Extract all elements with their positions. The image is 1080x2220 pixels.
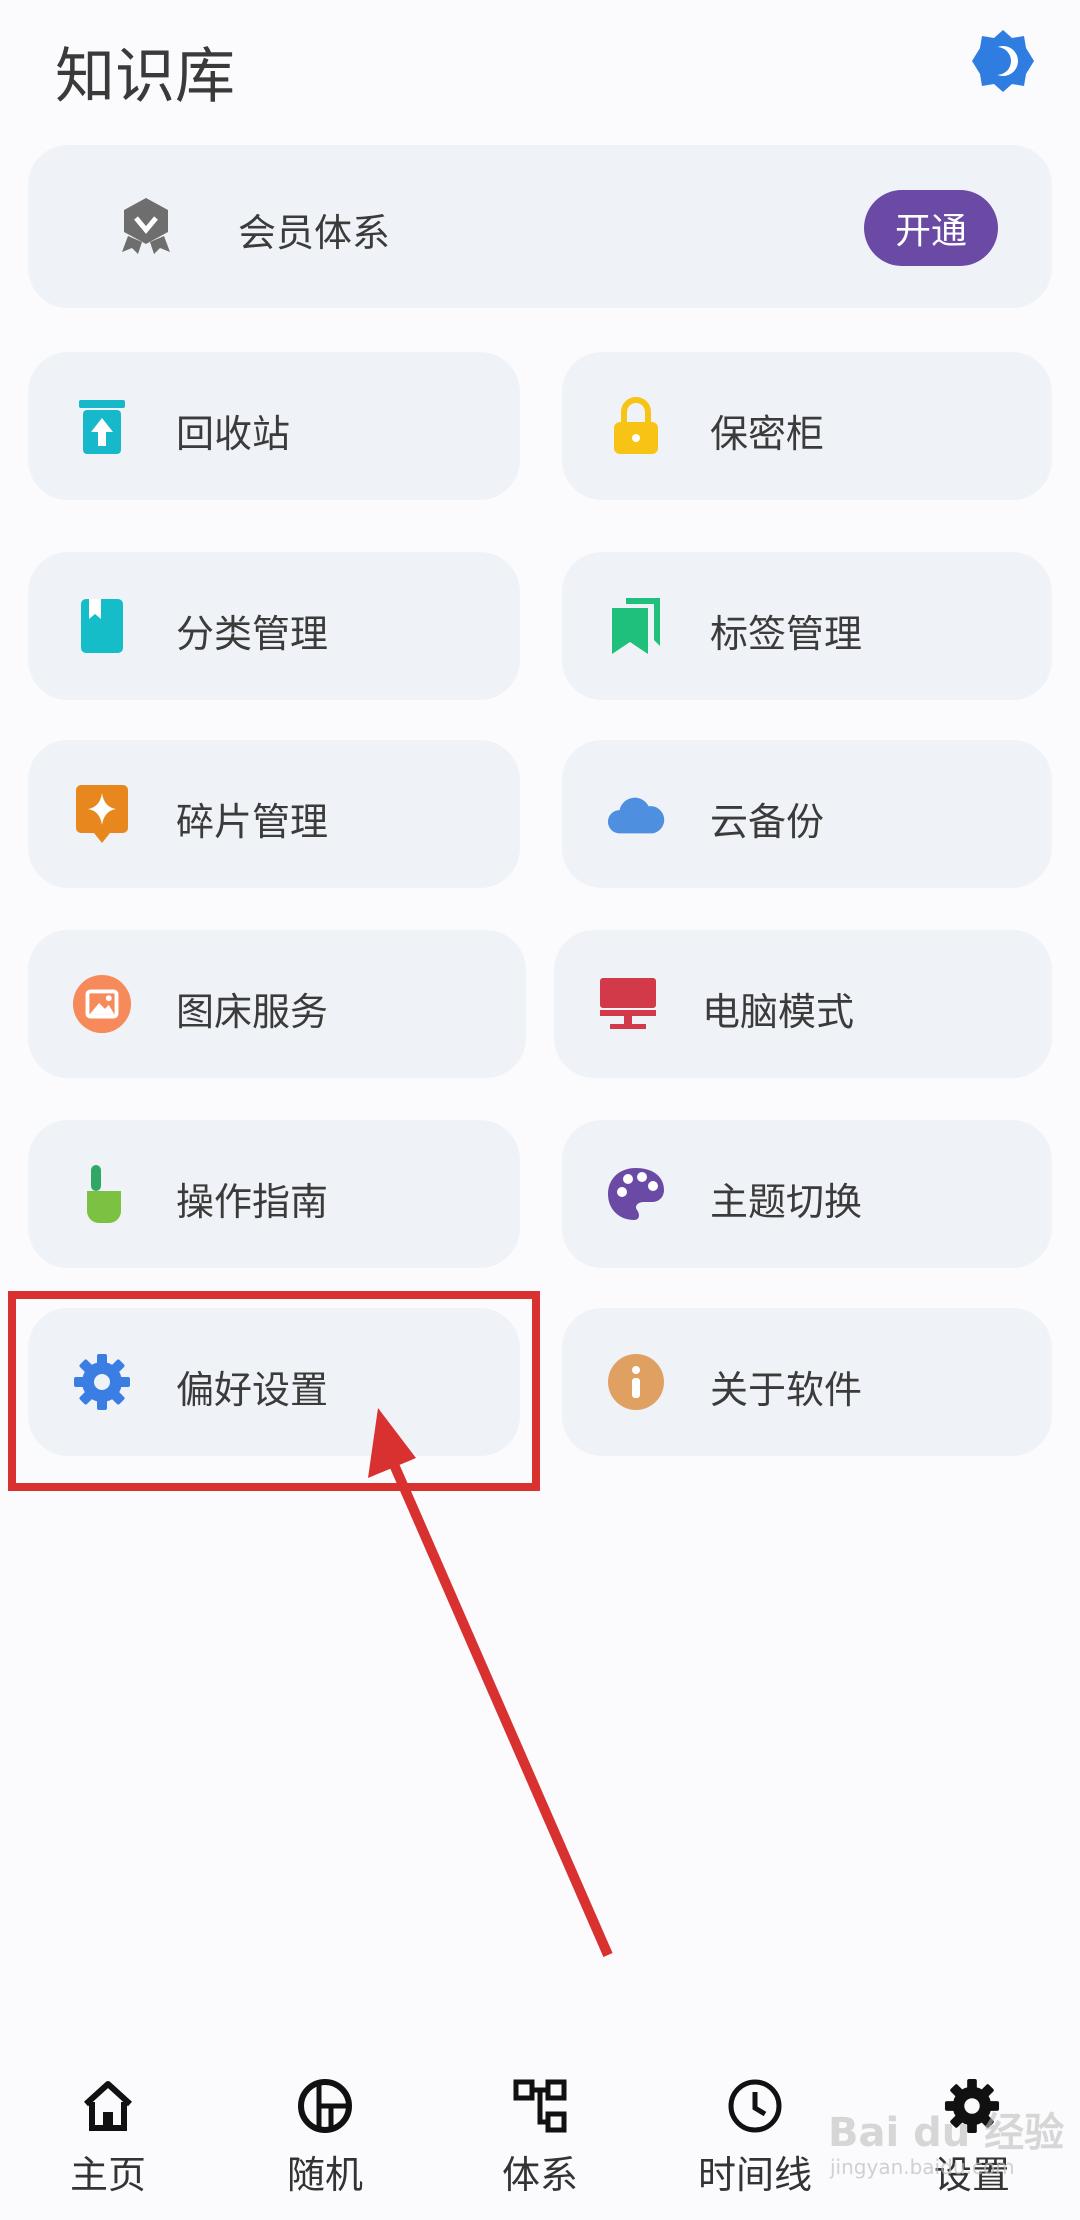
member-label: 会员体系: [238, 211, 391, 255]
random-icon: [297, 2078, 353, 2134]
image-host-label: 图床服务: [176, 990, 329, 1034]
book-icon: [72, 596, 132, 656]
info-icon: [606, 1352, 666, 1412]
clock-icon: [727, 2078, 783, 2134]
about-card[interactable]: 关于软件: [562, 1308, 1052, 1456]
tab-clock[interactable]: 时间线: [655, 2020, 855, 2220]
tab-label: 体系: [501, 2153, 578, 2197]
home-icon: [80, 2078, 136, 2134]
guide-card[interactable]: 操作指南: [28, 1120, 520, 1268]
activate-button[interactable]: 开通: [864, 190, 998, 266]
annotation-highlight-box: [8, 1291, 540, 1491]
recycle-bin-card[interactable]: 回收站: [28, 352, 520, 500]
lock-icon: [606, 396, 666, 456]
tab-label: 主页: [69, 2153, 146, 2197]
about-label: 关于软件: [710, 1368, 863, 1412]
vault-label: 保密柜: [710, 412, 825, 456]
monitor-icon: [598, 974, 658, 1034]
member-card[interactable]: 会员体系 开通: [28, 145, 1052, 308]
cloud-backup-card[interactable]: 云备份: [562, 740, 1052, 888]
recycle-bin-label: 回收站: [176, 412, 291, 456]
tag-manage-card[interactable]: 标签管理: [562, 552, 1052, 700]
tab-home[interactable]: 主页: [8, 2020, 208, 2220]
bookmarks-icon: [606, 596, 666, 656]
medal-icon: [116, 196, 176, 256]
guide-label: 操作指南: [176, 1180, 329, 1224]
palette-icon: [606, 1164, 666, 1224]
tab-random[interactable]: 随机: [225, 2020, 425, 2220]
category-manage-card[interactable]: 分类管理: [28, 552, 520, 700]
category-manage-label: 分类管理: [176, 612, 329, 656]
watermark-url: jingyan.baidu.com: [830, 2155, 1015, 2179]
fragment-manage-label: 碎片管理: [176, 800, 329, 844]
watermark: Bai du 经验: [828, 2110, 1065, 2156]
sparkle-note-icon: [72, 784, 132, 844]
annotation-arrow: [368, 1408, 613, 1957]
hand-pointer-icon: [72, 1164, 132, 1224]
hierarchy-icon: [512, 2078, 568, 2134]
page-title: 知识库: [55, 42, 235, 112]
tab-label: 随机: [286, 2153, 363, 2197]
image-host-card[interactable]: 图床服务: [28, 930, 526, 1078]
theme-toggle-icon[interactable]: [970, 28, 1036, 94]
theme-switch-label: 主题切换: [710, 1180, 863, 1224]
cloud-backup-label: 云备份: [710, 800, 825, 844]
desktop-mode-card[interactable]: 电脑模式: [554, 930, 1052, 1078]
fragment-manage-card[interactable]: 碎片管理: [28, 740, 520, 888]
vault-card[interactable]: 保密柜: [562, 352, 1052, 500]
tab-hierarchy[interactable]: 体系: [440, 2020, 640, 2220]
theme-switch-card[interactable]: 主题切换: [562, 1120, 1052, 1268]
image-icon: [72, 974, 132, 1034]
trash-restore-icon: [72, 396, 132, 456]
tag-manage-label: 标签管理: [710, 612, 863, 656]
cloud-icon: [606, 784, 666, 844]
desktop-mode-label: 电脑模式: [702, 990, 855, 1034]
tab-label: 时间线: [697, 2153, 812, 2197]
